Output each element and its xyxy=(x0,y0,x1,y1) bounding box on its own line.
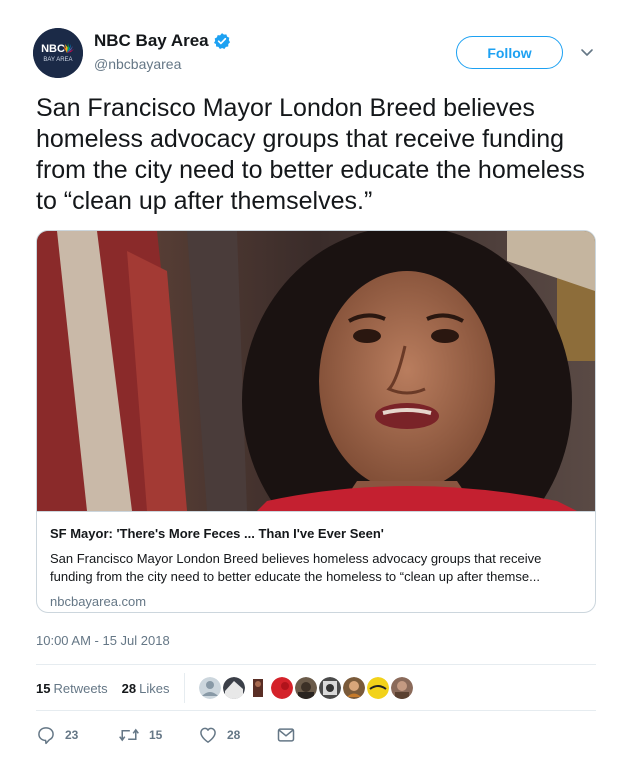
liker-avatar[interactable] xyxy=(390,677,413,699)
reply-icon xyxy=(38,727,54,745)
reply-count: 23 xyxy=(65,728,79,742)
liker-avatar[interactable] xyxy=(294,677,317,699)
divider xyxy=(36,710,596,711)
card-body[interactable]: SF Mayor: 'There's More Feces ... Than I… xyxy=(37,511,595,612)
liker-avatar[interactable] xyxy=(246,677,269,699)
avatar-logo-top: NBC xyxy=(41,43,65,55)
display-name[interactable]: NBC Bay Area xyxy=(94,31,209,51)
liker-avatar[interactable] xyxy=(222,677,245,699)
likes-count: 28 xyxy=(121,680,137,696)
tweet-text: San Francisco Mayor London Breed believe… xyxy=(36,94,585,215)
reply-button[interactable]: 23 xyxy=(36,722,78,748)
chevron-down-icon[interactable] xyxy=(579,44,595,60)
retweets-count: 15 xyxy=(36,680,51,696)
handle[interactable]: @nbcbayarea xyxy=(94,56,181,72)
message-icon xyxy=(277,728,295,742)
retweets-stat[interactable]: 15 Retweets xyxy=(36,681,108,696)
direct-message-button[interactable] xyxy=(276,722,296,748)
liker-avatar[interactable] xyxy=(198,677,221,699)
tweet-timestamp[interactable]: 10:00 AM - 15 Jul 2018 xyxy=(36,633,170,648)
avatar-logo-bottom: BAY AREA xyxy=(43,57,72,63)
verified-badge-icon xyxy=(213,32,231,50)
avatar[interactable]: NBC BAY AREA xyxy=(33,28,83,78)
retweet-count: 15 xyxy=(149,728,163,742)
tweet-actions: 23 15 28 xyxy=(36,722,336,748)
heart-icon xyxy=(200,727,216,743)
liker-avatar[interactable] xyxy=(342,677,365,699)
likers-avatars xyxy=(198,677,415,699)
retweet-icon xyxy=(119,728,139,742)
divider xyxy=(36,664,596,665)
retweet-button[interactable]: 15 xyxy=(118,722,162,748)
card-image[interactable] xyxy=(37,231,595,511)
card-title[interactable]: SF Mayor: 'There's More Feces ... Than I… xyxy=(50,525,582,542)
liker-avatar[interactable] xyxy=(366,677,389,699)
card-domain: nbcbayarea.com xyxy=(50,594,147,609)
like-count: 28 xyxy=(227,728,241,742)
tweet-header: NBC BAY AREA NBC Bay Area @nbcbayarea Fo… xyxy=(33,28,603,80)
link-card[interactable]: SF Mayor: 'There's More Feces ... Than I… xyxy=(36,230,596,613)
likes-label: Likes xyxy=(139,680,170,696)
stats-divider xyxy=(183,673,185,703)
engagement-stats: 15 Retweets 28 Likes xyxy=(36,670,596,706)
follow-button[interactable]: Follow xyxy=(456,36,563,69)
like-button[interactable]: 28 xyxy=(198,722,240,748)
name-row: NBC Bay Area xyxy=(94,31,231,51)
retweets-label: Retweets xyxy=(53,680,108,696)
likes-stat[interactable]: 28 Likes xyxy=(122,681,170,696)
card-description: San Francisco Mayor London Breed believe… xyxy=(50,551,542,584)
liker-avatar[interactable] xyxy=(270,677,293,699)
liker-avatar[interactable] xyxy=(318,677,341,699)
